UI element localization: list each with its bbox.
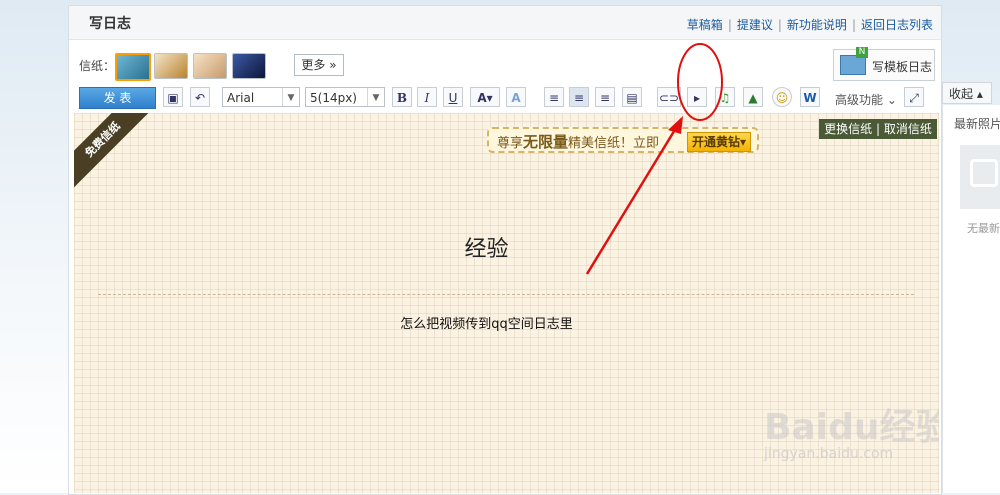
title-divider <box>98 294 914 295</box>
align-right-icon[interactable]: ≡ <box>595 87 615 107</box>
music-icon[interactable]: ♫ <box>715 87 735 107</box>
new-features-link[interactable]: 新功能说明 <box>787 18 847 32</box>
post-title[interactable]: 经验 <box>74 231 899 263</box>
more-papers-button[interactable]: 更多 » <box>294 54 344 76</box>
watermark-url: jingyan.baidu.com <box>764 446 894 462</box>
word-import-icon[interactable]: W <box>800 87 820 107</box>
editor-toolbar: 发 表 ▣ ↶ Arial ▼ 5(14px) ▼ B I U A▾ A ≡ ≡ ≡… <box>69 84 941 112</box>
font-family-select[interactable]: Arial ▼ <box>222 87 300 107</box>
align-center-icon[interactable]: ≡ <box>569 87 589 107</box>
free-paper-ribbon: 免费信纸 <box>74 113 159 196</box>
paper-actions: 更换信纸 | 取消信纸 <box>819 119 937 139</box>
align-left-icon[interactable]: ≡ <box>544 87 564 107</box>
suggest-link[interactable]: 提建议 <box>737 18 773 32</box>
right-sidebar: 最新照片 无最新 <box>942 105 1000 493</box>
bold-button[interactable]: B <box>392 87 412 107</box>
chevron-down-icon: ▼ <box>282 88 299 106</box>
video-icon[interactable]: ▸ <box>687 87 707 107</box>
promo-banner[interactable]: 尊享无限量精美信纸！立即 开通黄钻▾ <box>487 127 759 153</box>
drafts-link[interactable]: 草稿箱 <box>687 18 723 32</box>
chevron-down-icon: ▼ <box>367 88 384 106</box>
photo-placeholder-icon <box>960 145 1000 209</box>
align-justify-icon[interactable]: ▤ <box>622 87 642 107</box>
editor-content[interactable]: 免费信纸 尊享无限量精美信纸！立即 开通黄钻▾ 更换信纸 | 取消信纸 经验 怎… <box>74 113 939 493</box>
font-size-select[interactable]: 5(14px) ▼ <box>305 87 385 107</box>
back-to-list-link[interactable]: 返回日志列表 <box>861 18 933 32</box>
post-body[interactable]: 怎么把视频传到qq空间日志里 <box>74 313 899 332</box>
change-paper-link[interactable]: 更换信纸 <box>824 122 872 136</box>
template-blog-label: 写模板日志 <box>872 60 933 74</box>
template-icon <box>840 55 866 75</box>
advanced-features-dropdown[interactable]: 高级功能 ⌄ <box>835 91 897 108</box>
paper-thumb[interactable] <box>115 53 151 81</box>
paper-thumb[interactable] <box>193 53 227 79</box>
paper-selector-row: 信纸： 更多 » N 写模板日志 <box>69 46 941 84</box>
no-photos-text: 无最新 <box>967 222 1000 235</box>
latest-photos-label: 最新照片 <box>954 117 1000 131</box>
header-links: 草稿箱 | 提建议 | 新功能说明 | 返回日志列表 <box>686 18 933 32</box>
blog-editor: 写日志 草稿箱 | 提建议 | 新功能说明 | 返回日志列表 信纸： 更多 » N 写模板日… <box>68 5 942 495</box>
baidu-watermark: Baidu经验 <box>764 407 939 448</box>
image-icon[interactable]: ▲ <box>743 87 763 107</box>
chevron-down-icon: ⌄ <box>886 93 897 107</box>
template-blog-button[interactable]: N 写模板日志 <box>833 47 935 81</box>
fullscreen-icon[interactable]: ⤢ <box>904 87 924 107</box>
chevron-down-icon: ▾ <box>739 135 746 149</box>
collapse-sidebar-button[interactable]: 收起 ▴ <box>942 82 992 104</box>
paper-label: 信纸： <box>79 59 116 73</box>
save-icon[interactable]: ▣ <box>163 87 183 107</box>
link-icon[interactable]: ⊂⊃ <box>657 87 681 107</box>
emoji-icon[interactable]: ☺ <box>772 87 792 107</box>
font-color-button[interactable]: A▾ <box>470 87 500 107</box>
paper-thumb[interactable] <box>232 53 266 79</box>
underline-button[interactable]: U <box>443 87 463 107</box>
open-vip-button[interactable]: 开通黄钻▾ <box>686 132 751 152</box>
undo-icon[interactable]: ↶ <box>190 87 210 107</box>
italic-button[interactable]: I <box>417 87 437 107</box>
text-effect-icon[interactable]: A <box>506 87 526 107</box>
new-badge: N <box>856 47 868 58</box>
editor-header: 写日志 草稿箱 | 提建议 | 新功能说明 | 返回日志列表 <box>69 6 941 40</box>
paper-thumb[interactable] <box>154 53 188 79</box>
page-title: 写日志 <box>89 16 131 32</box>
publish-button[interactable]: 发 表 <box>79 87 156 109</box>
double-chevron-down-icon: » <box>329 58 337 72</box>
cancel-paper-link[interactable]: 取消信纸 <box>884 122 932 136</box>
